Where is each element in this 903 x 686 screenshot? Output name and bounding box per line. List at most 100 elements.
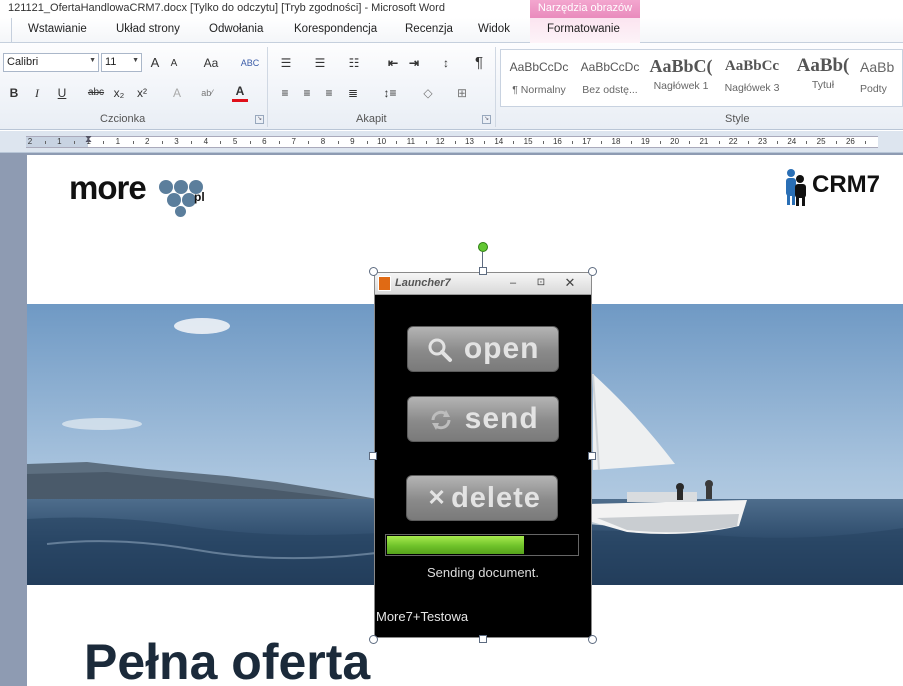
ruler-tick xyxy=(513,141,515,144)
style-name: Tytuł xyxy=(811,79,835,91)
delete-button[interactable]: ✕ delete xyxy=(406,475,558,521)
launcher-frame: Launcher7 – ⊡ ✕ open send ✕ delete Sendi… xyxy=(374,272,592,638)
ruler-tick xyxy=(689,141,691,144)
progress-fill xyxy=(387,536,524,554)
borders-icon[interactable]: ⊞ xyxy=(452,83,472,103)
tab-review[interactable]: Recenzja xyxy=(405,23,453,35)
horizontal-ruler[interactable]: 2 1 1 1 2 3 4 5 6 7 8 9 10 11 12 13 14 15 16 17 18 19 20 21 22 23… xyxy=(0,131,903,153)
tab-mailings[interactable]: Korespondencja xyxy=(294,23,377,35)
italic-button[interactable]: I xyxy=(28,83,46,103)
resize-handle-left[interactable] xyxy=(369,452,377,460)
style-title[interactable]: AaBb( Tytuł xyxy=(789,52,857,104)
resize-handle-bottom-right[interactable] xyxy=(588,635,597,644)
tab-file-edge xyxy=(0,18,12,43)
open-button[interactable]: open xyxy=(407,326,559,372)
style-subtitle[interactable]: AaBb Podty xyxy=(860,52,903,104)
strikethrough-button[interactable]: abc xyxy=(86,83,106,103)
launcher-app-icon xyxy=(378,276,391,291)
ruler-tick xyxy=(835,141,837,144)
font-name-combo[interactable]: Calibri ▼ xyxy=(3,53,99,72)
ruler-label: 14 xyxy=(494,137,504,146)
ruler-tick xyxy=(572,141,573,144)
style-sample: AaBbCcDc xyxy=(509,60,569,74)
close-icon[interactable]: ✕ xyxy=(562,276,578,290)
styles-group-label: Style xyxy=(725,113,750,125)
line-spacing-icon[interactable]: ↕≡ xyxy=(378,83,402,103)
resize-handle-bottom[interactable] xyxy=(479,635,487,643)
chevron-down-icon: ▼ xyxy=(89,57,96,64)
ruler-label: 23 xyxy=(758,137,767,146)
resize-handle-top-left[interactable] xyxy=(369,267,378,276)
shrink-font-button[interactable]: A xyxy=(166,54,182,74)
send-button[interactable]: send xyxy=(407,396,559,442)
ruler-label: 1 xyxy=(115,137,121,146)
group-separator xyxy=(495,47,496,127)
subscript-button[interactable]: x₂ xyxy=(110,83,128,103)
ruler-label: 20 xyxy=(670,137,680,146)
ruler-tick xyxy=(777,141,779,144)
clear-formatting-icon[interactable]: ABC xyxy=(240,53,260,73)
paragraph-dialog-launcher-icon[interactable]: ↘ xyxy=(482,115,491,124)
justify-icon[interactable]: ≣ xyxy=(344,83,362,103)
rotate-handle[interactable] xyxy=(478,242,488,252)
align-right-icon[interactable]: ≡ xyxy=(320,83,338,103)
tab-view[interactable]: Widok xyxy=(478,23,510,35)
highlight-icon[interactable]: ab⁄ xyxy=(197,83,217,103)
ruler-label: 2 xyxy=(144,137,150,146)
resize-handle-top[interactable] xyxy=(479,267,487,275)
minimize-icon[interactable]: – xyxy=(505,276,521,290)
ruler-label: 11 xyxy=(406,137,416,146)
tab-references[interactable]: Odwołania xyxy=(209,23,263,35)
multilevel-list-icon[interactable]: ☷ xyxy=(344,53,364,73)
font-dialog-launcher-icon[interactable]: ↘ xyxy=(255,115,264,124)
resize-handle-bottom-left[interactable] xyxy=(369,635,378,644)
paragraph-group-label: Akapit xyxy=(356,113,387,125)
launcher7-window[interactable]: Launcher7 – ⊡ ✕ open send ✕ delete Sendi… xyxy=(373,271,593,639)
ruler-tick xyxy=(542,141,544,144)
tab-page-layout[interactable]: Układ strony xyxy=(116,23,180,35)
ruler-label: 5 xyxy=(232,137,238,146)
style-no-spacing[interactable]: AaBbCcDc Bez odstę... xyxy=(576,52,644,104)
ruler-tick xyxy=(44,141,46,144)
superscript-button[interactable]: x² xyxy=(133,83,151,103)
ruler-tick xyxy=(865,141,866,144)
ruler-tick xyxy=(601,141,603,144)
show-marks-button[interactable]: ¶ xyxy=(470,53,488,73)
resize-handle-right[interactable] xyxy=(588,452,596,460)
ruler-label: 10 xyxy=(377,137,387,146)
chevron-down-icon: ▼ xyxy=(132,57,139,64)
style-sample: AaBbC( xyxy=(649,56,713,76)
align-center-icon[interactable]: ≡ xyxy=(298,83,316,103)
indent-marker-icon[interactable]: ⧗ xyxy=(85,134,92,145)
ruler-tick xyxy=(806,141,808,144)
style-heading-1[interactable]: AaBbC( Nagłówek 1 xyxy=(647,52,715,104)
close-x-icon: ✕ xyxy=(427,485,447,510)
font-name-value: Calibri xyxy=(7,56,39,68)
bullets-icon[interactable]: ☰ xyxy=(276,53,296,73)
sort-icon[interactable]: ↕ xyxy=(436,53,456,73)
underline-button[interactable]: U xyxy=(53,83,71,103)
restore-icon[interactable]: ⊡ xyxy=(533,276,549,290)
font-size-combo[interactable]: 11 ▼ xyxy=(101,53,142,72)
logo-dot xyxy=(167,193,181,207)
style-heading-3[interactable]: AaBbCc Nagłówek 3 xyxy=(718,52,786,104)
increase-indent-icon[interactable]: ⇥ xyxy=(405,53,423,73)
numbering-icon[interactable]: ☰ xyxy=(310,53,330,73)
tab-insert[interactable]: Wstawianie xyxy=(28,23,87,35)
style-normal[interactable]: AaBbCcDc ¶ Normalny xyxy=(505,52,573,104)
ruler-tick xyxy=(249,141,251,144)
logo-dot xyxy=(159,180,173,194)
decrease-indent-icon[interactable]: ⇤ xyxy=(384,53,402,73)
change-case-button[interactable]: Aa xyxy=(197,53,225,73)
ruler-tick xyxy=(161,141,163,144)
bold-button[interactable]: B xyxy=(5,83,23,103)
shading-icon[interactable]: ◇ xyxy=(418,83,438,103)
tab-format[interactable]: Formatowanie xyxy=(547,23,620,35)
grow-font-button[interactable]: A xyxy=(146,53,164,73)
font-color-button[interactable]: A xyxy=(232,83,248,102)
launcher-titlebar[interactable]: Launcher7 – ⊡ ✕ xyxy=(375,273,591,295)
ruler-tick xyxy=(337,141,339,144)
resize-handle-top-right[interactable] xyxy=(588,267,597,276)
text-effects-icon[interactable]: A xyxy=(168,83,186,103)
align-left-icon[interactable]: ≡ xyxy=(276,83,294,103)
